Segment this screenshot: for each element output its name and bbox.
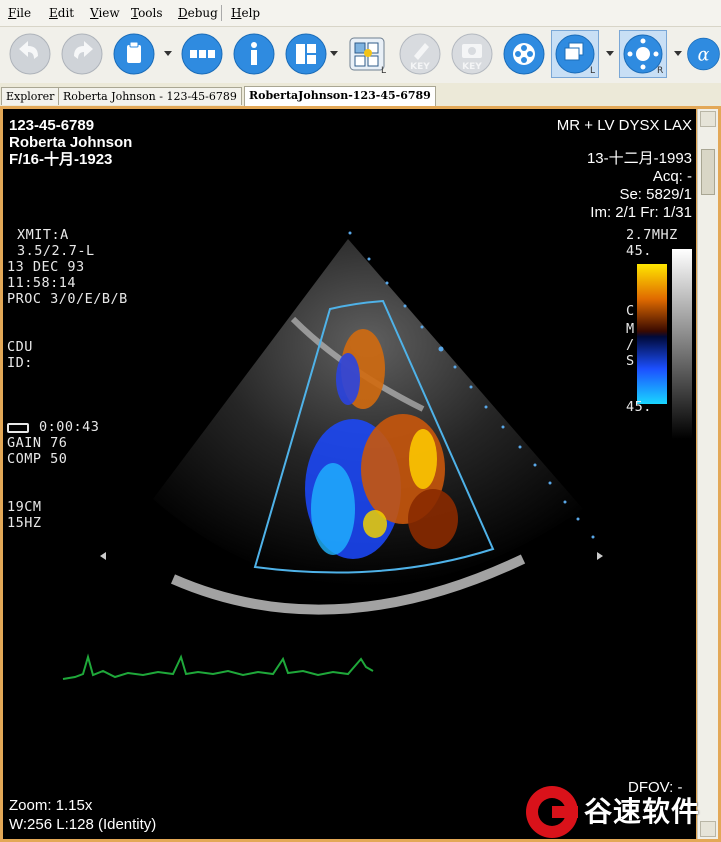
info-button[interactable]: [230, 30, 278, 78]
tab-bar: Explorer Roberta Johnson - 123-45-6789 R…: [0, 84, 721, 107]
scale-bottom-label: 45.: [626, 399, 652, 415]
info-icon: [233, 33, 275, 75]
pan-dropdown[interactable]: [674, 51, 682, 56]
forward-icon: [61, 33, 103, 75]
svg-text:α: α: [698, 45, 710, 65]
pan-tool-icon: R: [623, 34, 663, 76]
layout-button[interactable]: [178, 30, 226, 78]
pan-button[interactable]: R: [619, 30, 667, 78]
scroll-thumb[interactable]: [701, 149, 715, 195]
burned-mhz: 2.7MHZ: [626, 227, 678, 243]
clipboard-icon: [113, 33, 155, 75]
right-marker: [597, 552, 603, 560]
gray-scale-bar: [672, 249, 692, 439]
scale-unit-m: M: [626, 321, 635, 337]
patient-id: 123-45-6789: [9, 117, 95, 134]
scroll-up-button[interactable]: [700, 111, 716, 127]
clipboard-button[interactable]: [110, 30, 158, 78]
watermark-text: 谷速软件: [584, 795, 701, 828]
series-number: Se: 5829/1: [619, 186, 692, 203]
menu-bar: File Edit View Tools Debug Help: [0, 0, 721, 27]
burned-cdu: CDU: [7, 339, 33, 355]
menu-debug[interactable]: Debug: [178, 6, 218, 20]
watermark-logo: [526, 786, 578, 838]
acquisition: Acq: -: [652, 168, 692, 185]
stack-dropdown[interactable]: [606, 51, 614, 56]
key-annotate-button[interactable]: KEY: [396, 30, 444, 78]
svg-text:R: R: [657, 66, 663, 76]
burned-freq: 3.5/2.7-L: [17, 243, 95, 259]
burned-time: 11:58:14: [7, 275, 77, 291]
scroll-down-button[interactable]: [700, 821, 716, 837]
tab-explorer[interactable]: Explorer: [1, 87, 60, 105]
patient-sex-dob: F/16-十月-1923: [9, 151, 113, 168]
back-button[interactable]: [6, 30, 54, 78]
stack-icon: L: [555, 34, 595, 76]
cine-button[interactable]: [500, 30, 548, 78]
tile-layout-icon: [285, 33, 327, 75]
alpha-button[interactable]: α: [686, 30, 721, 78]
stack-button[interactable]: L: [551, 30, 599, 78]
svg-text:L: L: [590, 66, 595, 76]
burned-depth: 19CM: [7, 499, 42, 515]
key-pen-icon: KEY: [399, 33, 441, 75]
back-icon: [9, 33, 51, 75]
scale-unit-c: C: [626, 303, 635, 319]
burned-proc: PROC 3/0/E/B/B: [7, 291, 128, 307]
burned-date: 13 DEC 93: [7, 259, 85, 275]
burned-clock: 0:00:43: [39, 419, 100, 435]
tab-patient-study[interactable]: Roberta Johnson - 123-45-6789: [58, 87, 242, 105]
left-marker: [100, 552, 106, 560]
ecg-trace: [62, 653, 374, 680]
forward-button[interactable]: [58, 30, 106, 78]
window-level: W:256 L:128 (Identity): [9, 816, 157, 833]
toolbar: L KEY KEY L R α: [0, 27, 721, 83]
clipboard-dropdown[interactable]: [164, 51, 172, 56]
layout-grid-icon: [181, 33, 223, 75]
zoom-level: Zoom: 1.15x: [9, 797, 93, 814]
scale-unit-slash: /: [626, 337, 635, 353]
select-region-icon: L: [349, 37, 386, 76]
menu-tools[interactable]: Tools: [131, 6, 163, 20]
tile-layout-dropdown[interactable]: [330, 51, 338, 56]
menu-separator: [221, 5, 222, 21]
tab-patient-viewer[interactable]: RobertaJohnson-123-45-6789: [244, 86, 436, 106]
scale-top-label: 45.: [626, 243, 652, 259]
tile-layout-button[interactable]: [282, 30, 330, 78]
scale-unit-s: S: [626, 353, 635, 369]
svg-text:KEY: KEY: [410, 62, 430, 72]
burned-id: ID:: [7, 355, 33, 371]
svg-text:KEY: KEY: [462, 62, 482, 72]
menu-edit[interactable]: Edit: [49, 6, 74, 20]
menu-view[interactable]: View: [90, 6, 120, 20]
svg-text:L: L: [381, 66, 386, 76]
burned-xmit: XMIT:A: [17, 227, 69, 243]
burned-gain: GAIN 76: [7, 435, 68, 451]
burned-rate: 15HZ: [7, 515, 42, 531]
study-description: MR + LV DYSX LAX: [556, 117, 692, 134]
image-frame: Im: 2/1 Fr: 1/31: [590, 204, 692, 221]
vertical-scrollbar[interactable]: [697, 109, 718, 839]
key-capture-button[interactable]: KEY: [448, 30, 496, 78]
burned-comp: COMP 50: [7, 451, 68, 467]
cine-reel-icon: [503, 33, 545, 75]
viewer-frame: 123-45-6789 Roberta Johnson F/16-十月-1923…: [0, 106, 721, 842]
menu-help[interactable]: Help: [231, 6, 260, 20]
patient-name: Roberta Johnson: [9, 134, 133, 151]
color-scale-bar: [637, 264, 667, 404]
tape-icon: [7, 423, 29, 433]
study-date: 13-十二月-1993: [586, 150, 692, 167]
image-viewport[interactable]: 123-45-6789 Roberta Johnson F/16-十月-1923…: [3, 109, 696, 839]
select-region-button[interactable]: L: [344, 30, 392, 78]
key-camera-icon: KEY: [451, 33, 493, 75]
alpha-icon: α: [687, 37, 720, 71]
menu-file[interactable]: File: [8, 6, 31, 20]
